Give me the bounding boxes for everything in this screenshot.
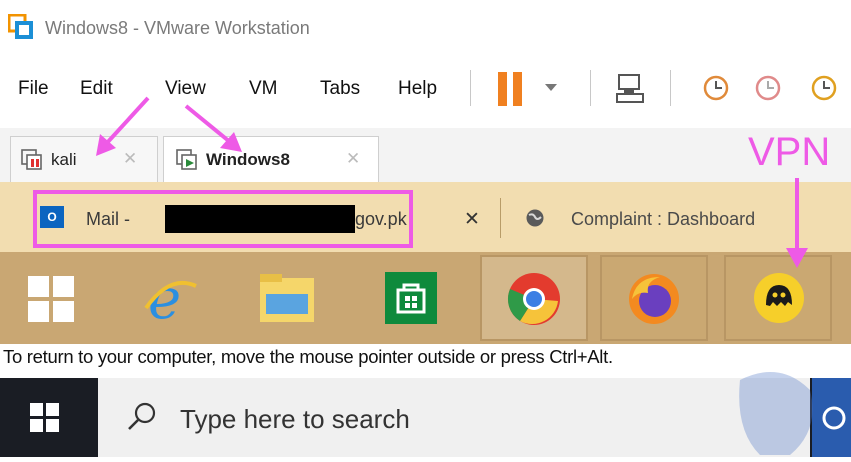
chrome-icon [506, 271, 562, 327]
search-icon [125, 400, 159, 434]
menu-view[interactable]: View [165, 78, 206, 100]
close-icon[interactable]: ✕ [464, 208, 480, 231]
vmware-logo-icon [7, 13, 34, 40]
revert-snapshot-icon[interactable] [752, 72, 784, 104]
search-placeholder: Type here to search [180, 404, 410, 434]
windows-start-button[interactable] [30, 403, 60, 433]
toolbar-separator [590, 70, 591, 106]
send-ctrl-alt-del-icon[interactable] [615, 72, 647, 104]
vm-tab-icon [21, 149, 43, 171]
close-icon[interactable]: ✕ [346, 149, 360, 169]
complaint-tab-label: Complaint : Dashboard [571, 209, 756, 229]
arrow-to-windows8-tab [184, 104, 242, 152]
internet-explorer-icon[interactable]: e [142, 267, 198, 332]
vpn-annotation-label: VPN [748, 130, 831, 174]
vpn-taskbar-slot[interactable] [724, 255, 832, 341]
arrow-to-kali-tab [96, 96, 150, 156]
snapshot-manager-icon[interactable] [808, 72, 840, 104]
windows-start-icon[interactable] [28, 276, 74, 322]
arrow-to-vpn-icon [786, 178, 808, 268]
mail-tab-highlight-box [33, 190, 413, 248]
globe-icon [525, 208, 545, 228]
menu-tabs[interactable]: Tabs [320, 78, 360, 100]
toolbar-separator [670, 70, 671, 106]
menu-vm[interactable]: VM [249, 78, 278, 100]
tab-divider [500, 198, 501, 238]
menu-help[interactable]: Help [398, 78, 437, 100]
store-icon[interactable] [385, 272, 437, 324]
chevron-down-icon[interactable] [545, 84, 557, 91]
window-title: Windows8 - VMware Workstation [45, 18, 310, 38]
toolbar-separator [470, 70, 471, 106]
menu-file[interactable]: File [18, 78, 49, 100]
firefox-taskbar-slot[interactable] [600, 255, 708, 341]
pause-icon[interactable] [496, 72, 526, 106]
snapshot-icon[interactable] [700, 72, 732, 104]
firefox-icon [626, 271, 682, 327]
tab-kali-label: kali [51, 150, 77, 169]
vm-release-hint: To return to your computer, move the mou… [3, 346, 851, 378]
file-explorer-icon[interactable] [258, 272, 316, 324]
chrome-taskbar-slot[interactable] [480, 255, 588, 341]
cyberghost-vpn-icon [752, 271, 806, 325]
watermark-logo [730, 360, 820, 457]
